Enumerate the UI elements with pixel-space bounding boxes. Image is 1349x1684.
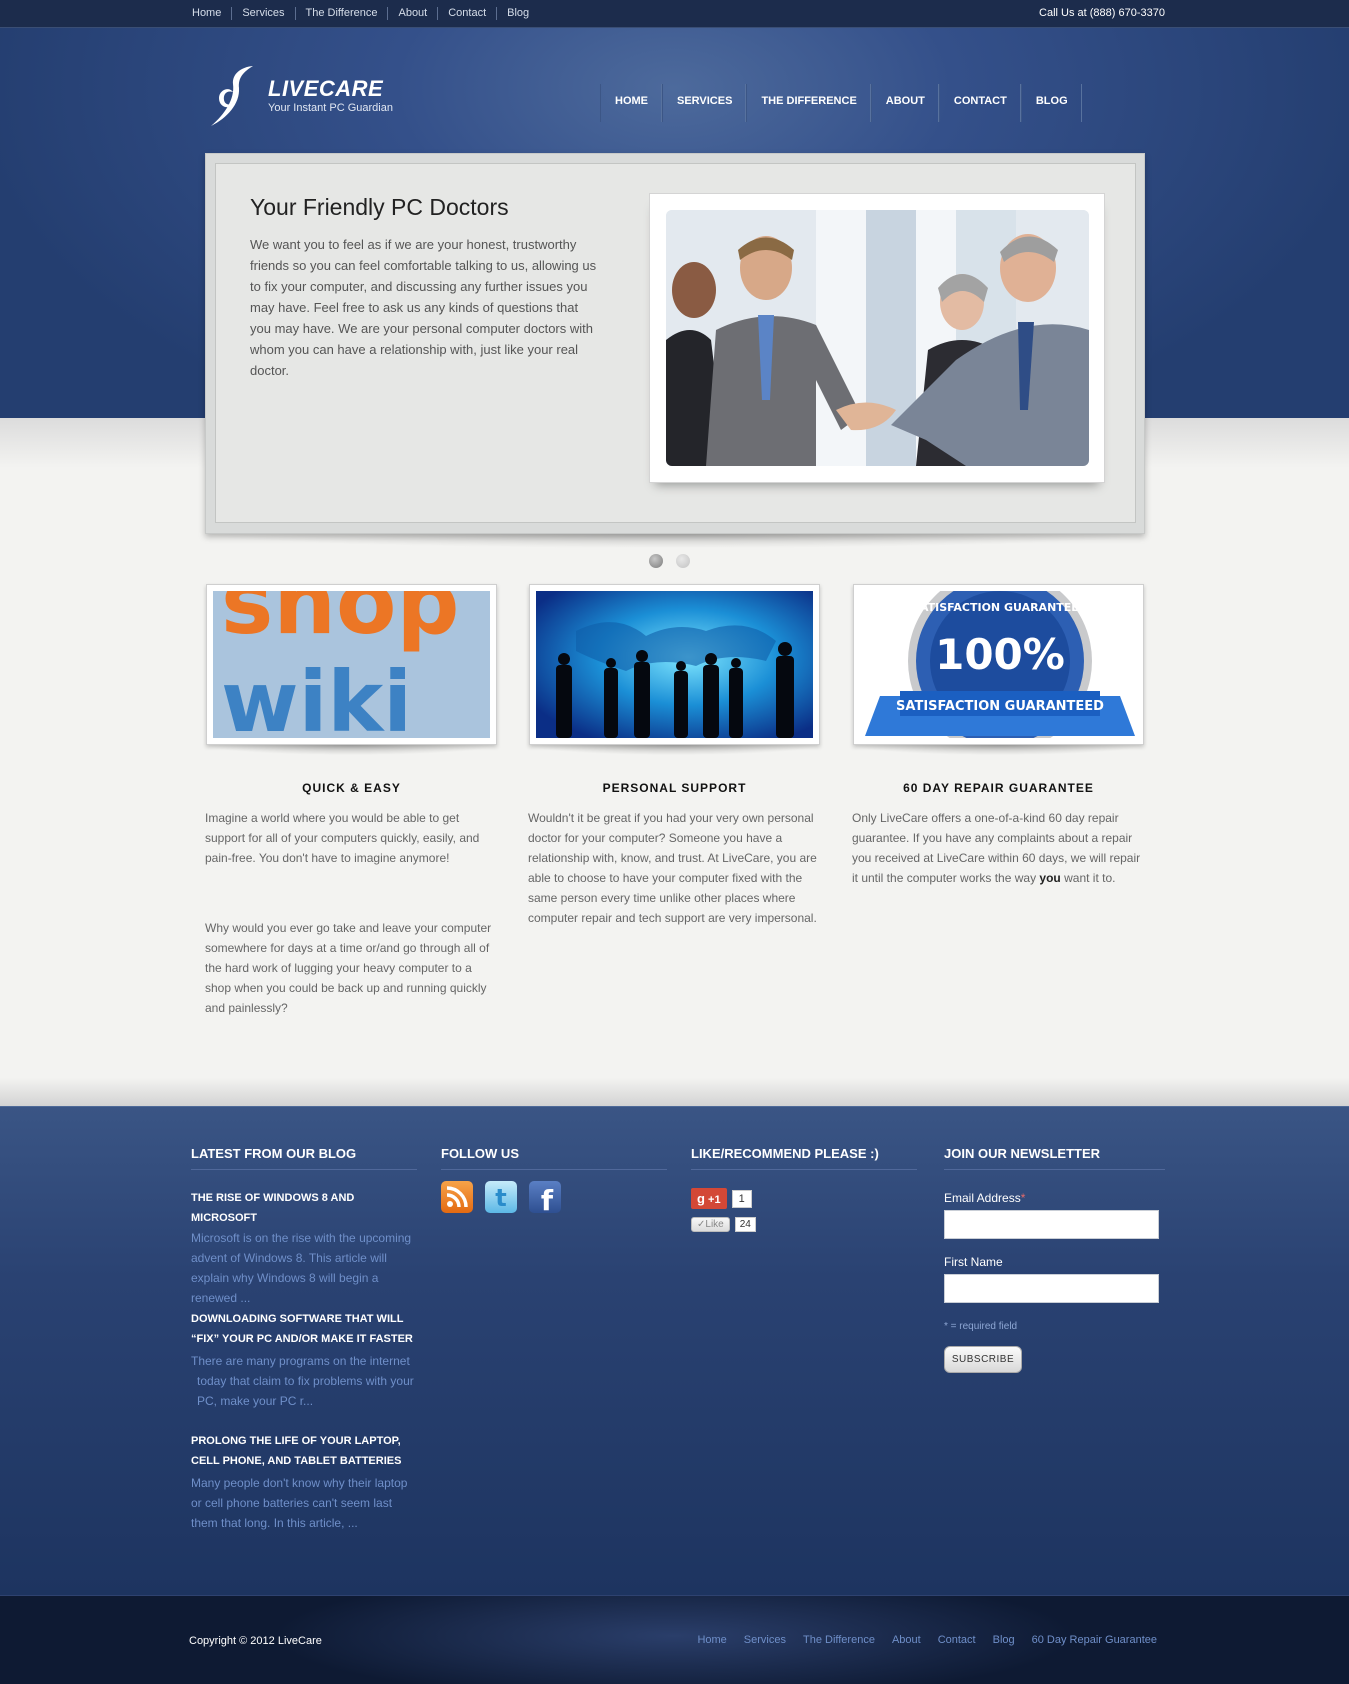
hero-shadow bbox=[210, 534, 1140, 560]
blog-post-title-1[interactable]: THE RISE OF WINDOWS 8 AND MICROSOFT bbox=[191, 1188, 417, 1228]
brand-name[interactable]: LIVECARE bbox=[268, 76, 383, 102]
wiki-image-text: wiki bbox=[221, 653, 412, 738]
subscribe-button[interactable]: SUBSCRIBE bbox=[944, 1346, 1022, 1373]
blog-post-title-2[interactable]: DOWNLOADING SOFTWARE THAT WILL “FIX” YOU… bbox=[191, 1309, 417, 1349]
bottom-nav-contact[interactable]: Contact bbox=[938, 1634, 976, 1646]
blog-post-excerpt-1: Microsoft is on the rise with the upcomi… bbox=[191, 1231, 412, 1305]
blog-post-3: PROLONG THE LIFE OF YOUR LAPTOP, CELL PH… bbox=[191, 1431, 417, 1533]
facebook-like-widget[interactable]: ✓Like 24 bbox=[691, 1217, 756, 1232]
main-nav-blog[interactable]: BLOG bbox=[1020, 84, 1082, 122]
brand-tagline: Your Instant PC Guardian bbox=[268, 102, 393, 114]
google-plus-count: 1 bbox=[731, 1189, 752, 1208]
email-label: Email Address* bbox=[944, 1191, 1026, 1205]
seal-ribbon-text: SATISFACTION GUARANTEED bbox=[896, 699, 1104, 714]
handshake-photo bbox=[666, 210, 1089, 466]
feature-text-personal-support: Wouldn't it be great if you had your ver… bbox=[528, 811, 817, 925]
rss-icon[interactable] bbox=[441, 1181, 473, 1213]
top-nav-services[interactable]: Services bbox=[231, 7, 294, 20]
follow-heading: FOLLOW US bbox=[441, 1146, 667, 1170]
bottom-nav-about[interactable]: About bbox=[892, 1634, 921, 1646]
blog-post-excerpt-2: There are many programs on the internet … bbox=[191, 1354, 414, 1408]
seal-percent-text: 100% bbox=[935, 630, 1065, 679]
feature-shadow-2 bbox=[529, 745, 820, 765]
bottom-nav-difference[interactable]: The Difference bbox=[803, 1634, 875, 1646]
livecare-logo-icon[interactable] bbox=[205, 64, 257, 130]
shop-image-text: shop bbox=[221, 591, 459, 654]
copyright: Copyright © 2012 LiveCare bbox=[189, 1635, 322, 1647]
main-nav-difference[interactable]: THE DIFFERENCE bbox=[746, 84, 870, 122]
feature-text-repair-guarantee: Only LiveCare offers a one-of-a-kind 60 … bbox=[852, 811, 1141, 885]
svg-text:f: f bbox=[541, 1184, 554, 1213]
main-nav-about[interactable]: ABOUT bbox=[870, 84, 939, 122]
hero-title: Your Friendly PC Doctors bbox=[250, 194, 509, 220]
blog-post-excerpt-3: Many people don't know why their laptop … bbox=[191, 1476, 408, 1530]
svg-text:t: t bbox=[495, 1184, 506, 1212]
like-heading: LIKE/RECOMMEND PLEASE :) bbox=[691, 1146, 917, 1170]
bottom-nav-repair-guarantee[interactable]: 60 Day Repair Guarantee bbox=[1032, 1634, 1157, 1646]
top-nav-home[interactable]: Home bbox=[192, 7, 231, 20]
email-input[interactable] bbox=[944, 1210, 1159, 1239]
business-silhouettes-image bbox=[536, 591, 813, 738]
facebook-icon[interactable]: f bbox=[529, 1181, 561, 1217]
feature-text-quick-easy-1: Imagine a world where you would be able … bbox=[205, 811, 480, 865]
top-nav: Home Services The Difference About Conta… bbox=[192, 7, 539, 20]
bottom-nav: Home Services The Difference About Conta… bbox=[680, 1634, 1157, 1646]
first-name-label: First Name bbox=[944, 1255, 1003, 1269]
top-nav-about[interactable]: About bbox=[387, 7, 437, 20]
feature-title-repair-guarantee: 60 DAY REPAIR GUARANTEE bbox=[903, 781, 1094, 795]
google-plus-button[interactable]: g +1 bbox=[691, 1188, 727, 1209]
shopwiki-image: shop wiki bbox=[213, 591, 490, 738]
bottom-nav-home[interactable]: Home bbox=[697, 1634, 726, 1646]
feature-title-personal-support: PERSONAL SUPPORT bbox=[602, 781, 747, 795]
facebook-like-count: 24 bbox=[734, 1217, 756, 1232]
feature-shadow-1 bbox=[206, 745, 497, 765]
blog-post-title-3[interactable]: PROLONG THE LIFE OF YOUR LAPTOP, CELL PH… bbox=[191, 1431, 417, 1471]
newsletter-heading: JOIN OUR NEWSLETTER bbox=[944, 1146, 1165, 1170]
satisfaction-guaranteed-image: SATISFACTION GUARANTEED 100% SATISFACTIO… bbox=[860, 591, 1137, 738]
phone-number: Call Us at (888) 670-3370 bbox=[1039, 7, 1165, 19]
blog-post-1: THE RISE OF WINDOWS 8 AND MICROSOFT Micr… bbox=[191, 1188, 417, 1308]
blog-post-2: DOWNLOADING SOFTWARE THAT WILL “FIX” YOU… bbox=[191, 1309, 417, 1411]
feature-shadow-3 bbox=[853, 745, 1144, 765]
main-nav-contact[interactable]: CONTACT bbox=[938, 84, 1021, 122]
top-nav-difference[interactable]: The Difference bbox=[294, 7, 388, 20]
bottom-nav-services[interactable]: Services bbox=[744, 1634, 786, 1646]
required-field-note: * = required field bbox=[944, 1321, 1018, 1332]
bottom-nav-blog[interactable]: Blog bbox=[993, 1634, 1015, 1646]
top-nav-blog[interactable]: Blog bbox=[496, 7, 539, 20]
feature-text-quick-easy-2: Why would you ever go take and leave you… bbox=[205, 921, 492, 1015]
main-nav-home[interactable]: HOME bbox=[600, 84, 662, 122]
first-name-input[interactable] bbox=[944, 1274, 1159, 1303]
main-nav: HOME SERVICES THE DIFFERENCE ABOUT CONTA… bbox=[600, 84, 1082, 122]
feature-title-quick-easy: QUICK & EASY bbox=[302, 781, 401, 795]
blog-heading: LATEST FROM OUR BLOG bbox=[191, 1146, 417, 1170]
slider-dot-2[interactable] bbox=[676, 554, 690, 568]
footer-fade bbox=[0, 1078, 1349, 1106]
facebook-like-button[interactable]: ✓Like bbox=[691, 1217, 730, 1232]
google-plus-widget[interactable]: g +1 1 bbox=[691, 1188, 752, 1209]
twitter-icon[interactable]: t bbox=[485, 1181, 517, 1213]
top-nav-contact[interactable]: Contact bbox=[437, 7, 496, 20]
slider-dot-1[interactable] bbox=[649, 554, 663, 568]
main-nav-services[interactable]: SERVICES bbox=[662, 84, 746, 122]
hero-text: We want you to feel as if we are your ho… bbox=[250, 237, 597, 378]
seal-top-text: SATISFACTION GUARANTEED bbox=[912, 601, 1088, 614]
